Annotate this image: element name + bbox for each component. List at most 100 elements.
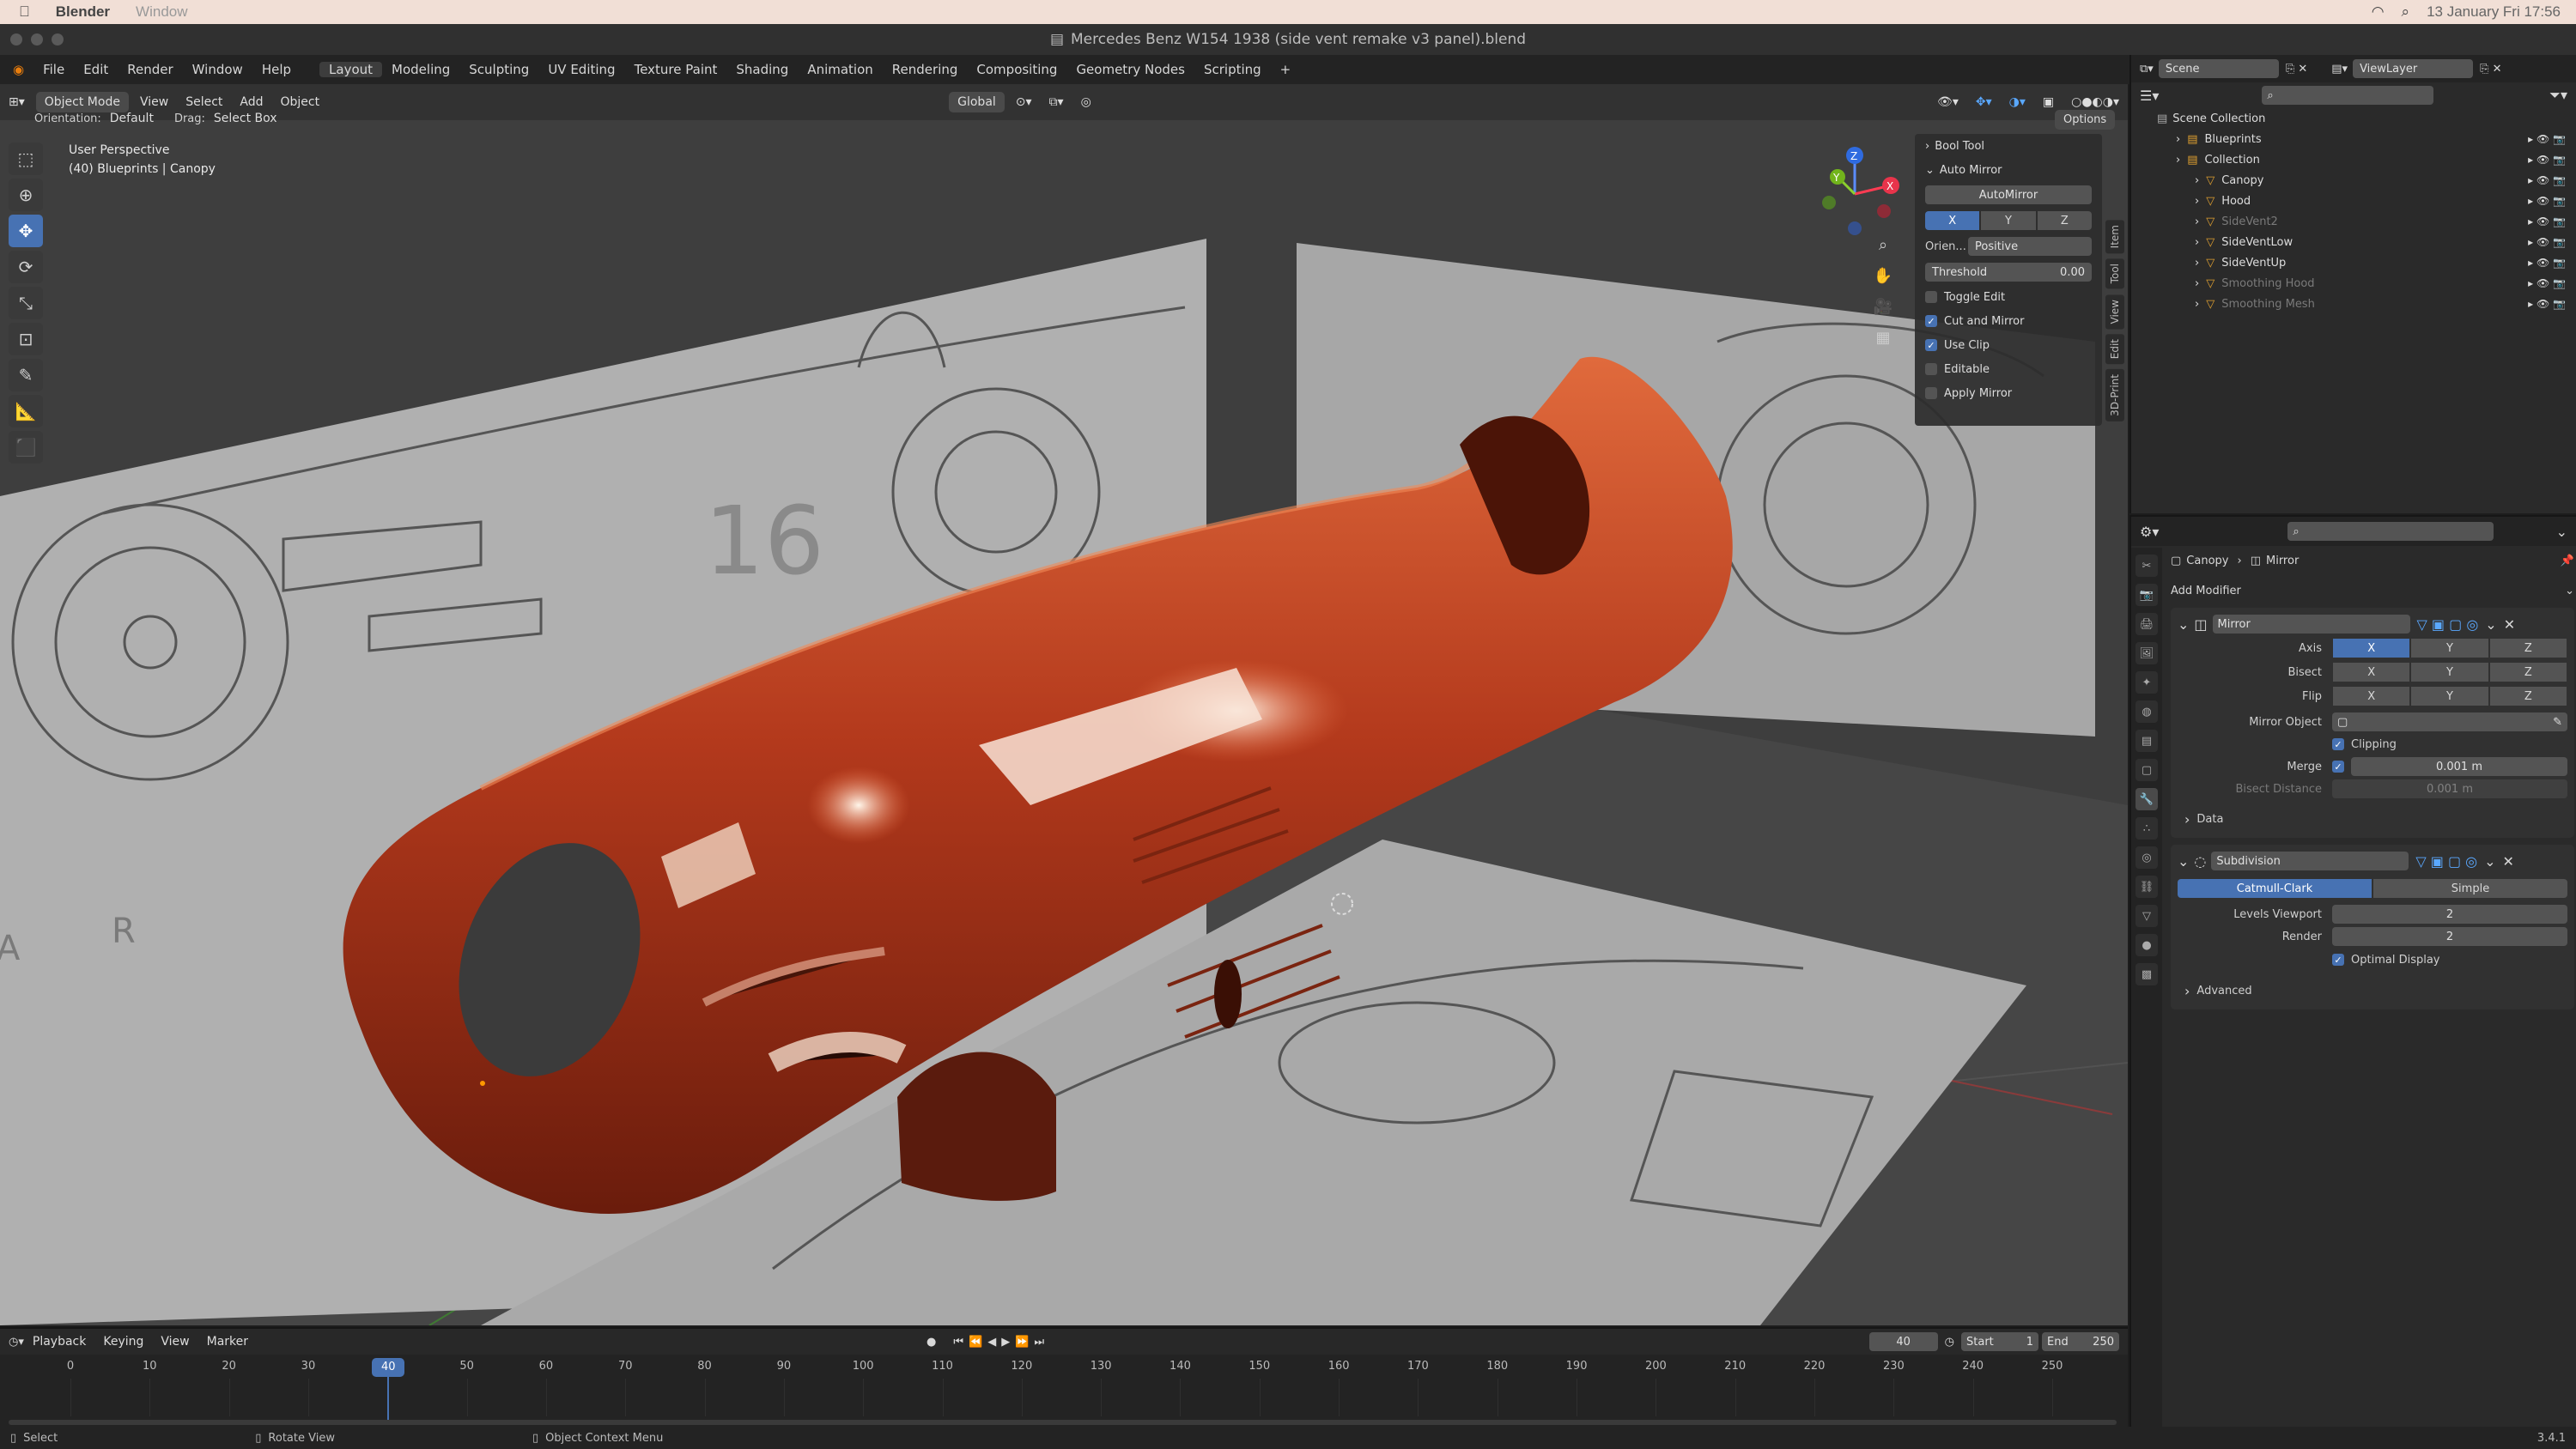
view-layer-tab-icon[interactable]: 🖼	[2136, 642, 2158, 664]
sidebar-tab[interactable]: View	[2105, 294, 2124, 330]
outliner-item-label[interactable]: Blueprints	[2205, 133, 2262, 146]
visibility-toggle-icons[interactable]: ▸ 👁 📷	[2528, 277, 2566, 289]
modifier-menu-icon[interactable]: ⌄	[2484, 853, 2495, 870]
chevron-down-icon[interactable]: ⌄	[2178, 853, 2189, 870]
tab-texture-paint[interactable]: Texture Paint	[625, 62, 727, 77]
outliner-item-label[interactable]: SideVent2	[2221, 215, 2278, 228]
sidebar-tab[interactable]: Tool	[2105, 258, 2124, 289]
playback-menu[interactable]: Playback	[24, 1335, 94, 1349]
visibility-toggle-icons[interactable]: ▸ 👁 📷	[2528, 215, 2566, 227]
viewlayer-icon[interactable]: ▤▾	[2331, 63, 2348, 76]
keying-menu[interactable]: Keying	[94, 1335, 152, 1349]
pivot-icon[interactable]: ⊙▾	[1007, 95, 1041, 109]
scale-tool-icon[interactable]: ⤡	[9, 287, 43, 319]
editor-type-icon[interactable]: ⊞▾	[0, 95, 33, 109]
timeline-scrollbar[interactable]	[9, 1420, 2117, 1425]
mirror-object-field[interactable]: ▢ ✎	[2332, 712, 2567, 731]
search-icon[interactable]: ⌕	[2402, 3, 2410, 21]
add-modifier-dropdown[interactable]: Add Modifier ⌄	[2171, 579, 2574, 603]
world-tab-icon[interactable]: ◍	[2136, 700, 2158, 723]
threshold-field[interactable]: Threshold 0.00	[1925, 263, 2092, 282]
viewlayer-selector[interactable]: ViewLayer	[2353, 59, 2474, 78]
clock-text[interactable]: 13 January Fri 17:56	[2427, 3, 2561, 21]
outliner-row[interactable]: › ▽ Smoothing Mesh ▸ 👁 📷	[2131, 294, 2576, 314]
outliner-row[interactable]: › ▤ Collection ▸ 👁 📷	[2131, 149, 2576, 170]
npanel-check-row[interactable]: ✓ Use Clip	[1915, 333, 2102, 357]
menu-edit[interactable]: Edit	[74, 62, 118, 77]
current-frame-field[interactable]: 40	[1868, 1332, 1938, 1351]
tab-geometry-nodes[interactable]: Geometry Nodes	[1066, 62, 1194, 77]
remove-modifier-icon[interactable]: ✕	[2503, 853, 2514, 870]
material-tab-icon[interactable]: ●	[2136, 934, 2158, 956]
rotate-tool-icon[interactable]: ⟳	[9, 251, 43, 283]
automirror-orientation-dropdown[interactable]: Positive	[1968, 237, 2092, 256]
outliner-item-label[interactable]: Collection	[2205, 154, 2260, 167]
annotate-tool-icon[interactable]: ✎	[9, 359, 43, 391]
minimize-window-icon[interactable]	[31, 33, 43, 45]
expand-arrow-icon[interactable]: ›	[2195, 236, 2199, 249]
snap-icon[interactable]: ⧉▾	[1041, 95, 1072, 109]
scene-collection-row[interactable]: ▤ Scene Collection	[2131, 108, 2576, 129]
visibility-toggle-icons[interactable]: ▸ 👁 📷	[2528, 154, 2566, 166]
tab-uv-editing[interactable]: UV Editing	[538, 62, 624, 77]
wifi-icon[interactable]: ◠	[2372, 3, 2385, 21]
measure-tool-icon[interactable]: 📐	[9, 395, 43, 427]
menu-help[interactable]: Help	[252, 62, 301, 77]
mirror-flip-x-toggle[interactable]: X	[2333, 687, 2410, 706]
modifier-toggle-icons[interactable]: ▽ ▣ ▢ ◎	[2417, 616, 2479, 633]
outliner-item-label[interactable]: Smoothing Mesh	[2221, 298, 2315, 311]
visibility-icon[interactable]: 👁▾	[1929, 95, 1967, 109]
mirror-axis-y-toggle[interactable]: Y	[2411, 639, 2488, 658]
display-mode-icon[interactable]: ☰▾	[2140, 88, 2159, 104]
expand-arrow-icon[interactable]: ›	[2195, 174, 2199, 187]
timeline-editor-icon[interactable]: ◷▾	[9, 1336, 24, 1349]
automirror-button[interactable]: AutoMirror	[1925, 185, 2092, 204]
particles-tab-icon[interactable]: ∴	[2136, 817, 2158, 840]
simple-button[interactable]: Simple	[2373, 879, 2567, 898]
viewport-3d[interactable]: 16 A R ⊞▾ Object Mode View Select Add Ob…	[0, 84, 2128, 1325]
outliner-row[interactable]: › ▽ SideVentUp ▸ 👁 📷	[2131, 252, 2576, 273]
render-levels-field[interactable]: 2	[2332, 927, 2567, 946]
new-scene-icon[interactable]: ⎘ ✕	[2286, 63, 2307, 76]
optimal-display-checkbox[interactable]: ✓	[2332, 954, 2344, 966]
record-icon[interactable]: ●	[927, 1336, 936, 1349]
npanel-checkbox[interactable]	[1925, 291, 1937, 303]
tab-sculpting[interactable]: Sculpting	[459, 62, 538, 77]
constraints-tab-icon[interactable]: ⛓	[2136, 876, 2158, 898]
add-workspace-icon[interactable]: +	[1271, 62, 1301, 77]
maximize-window-icon[interactable]	[52, 33, 64, 45]
timeline-track-area[interactable]: 0 10 20 30 40 50 60 70 80 90 100 110 120 130 140 150 160…	[0, 1355, 2128, 1428]
remove-modifier-icon[interactable]: ✕	[2504, 616, 2515, 633]
tab-compositing[interactable]: Compositing	[967, 62, 1066, 77]
select-box-tool-icon[interactable]: ⬚	[9, 142, 43, 175]
npanel-checkbox[interactable]: ✓	[1925, 315, 1937, 327]
expand-arrow-icon[interactable]: ›	[2195, 215, 2199, 228]
visibility-toggle-icons[interactable]: ▸ 👁 📷	[2528, 236, 2566, 248]
outliner-row[interactable]: › ▽ SideVent2 ▸ 👁 📷	[2131, 211, 2576, 232]
merge-distance-field[interactable]: 0.001 m	[2351, 757, 2567, 776]
outliner-item-label[interactable]: Hood	[2221, 195, 2251, 208]
end-frame-field[interactable]: End 250	[2042, 1332, 2119, 1351]
mirror-bisect-x-toggle[interactable]: X	[2333, 663, 2410, 682]
outliner-item-label[interactable]: SideVentLow	[2221, 236, 2293, 249]
chevron-down-icon[interactable]: ⌄	[2178, 616, 2189, 633]
options-dropdown[interactable]: Options	[2055, 110, 2116, 130]
view-menu[interactable]: View	[131, 95, 177, 109]
playback-controls-icons[interactable]: ⏮⏪◀▶⏩⏭	[953, 1336, 1049, 1349]
sidebar-tab[interactable]: 3D-Print	[2105, 369, 2124, 422]
npanel-check-row[interactable]: Toggle Edit	[1915, 285, 2102, 309]
properties-search-input[interactable]: ⌕	[2287, 522, 2494, 541]
proportional-icon[interactable]: ◎	[1072, 95, 1100, 109]
npanel-checkbox[interactable]: ✓	[1925, 339, 1937, 351]
npanel-checkbox[interactable]	[1925, 387, 1937, 399]
visibility-toggle-icons[interactable]: ▸ 👁 📷	[2528, 298, 2566, 310]
levels-viewport-field[interactable]: 2	[2332, 905, 2567, 924]
outliner-row[interactable]: › ▽ Smoothing Hood ▸ 👁 📷	[2131, 273, 2576, 294]
outliner-item-label[interactable]: Canopy	[2221, 174, 2263, 187]
clock-icon[interactable]: ◷	[1945, 1336, 1954, 1349]
transform-tool-icon[interactable]: ⊡	[9, 323, 43, 355]
outliner-row[interactable]: › ▽ Canopy ▸ 👁 📷	[2131, 170, 2576, 191]
pan-hand-icon[interactable]: ✋	[1870, 261, 1896, 292]
collection-tab-icon[interactable]: ▤	[2136, 730, 2158, 752]
object-tab-icon[interactable]: ▢	[2136, 759, 2158, 781]
